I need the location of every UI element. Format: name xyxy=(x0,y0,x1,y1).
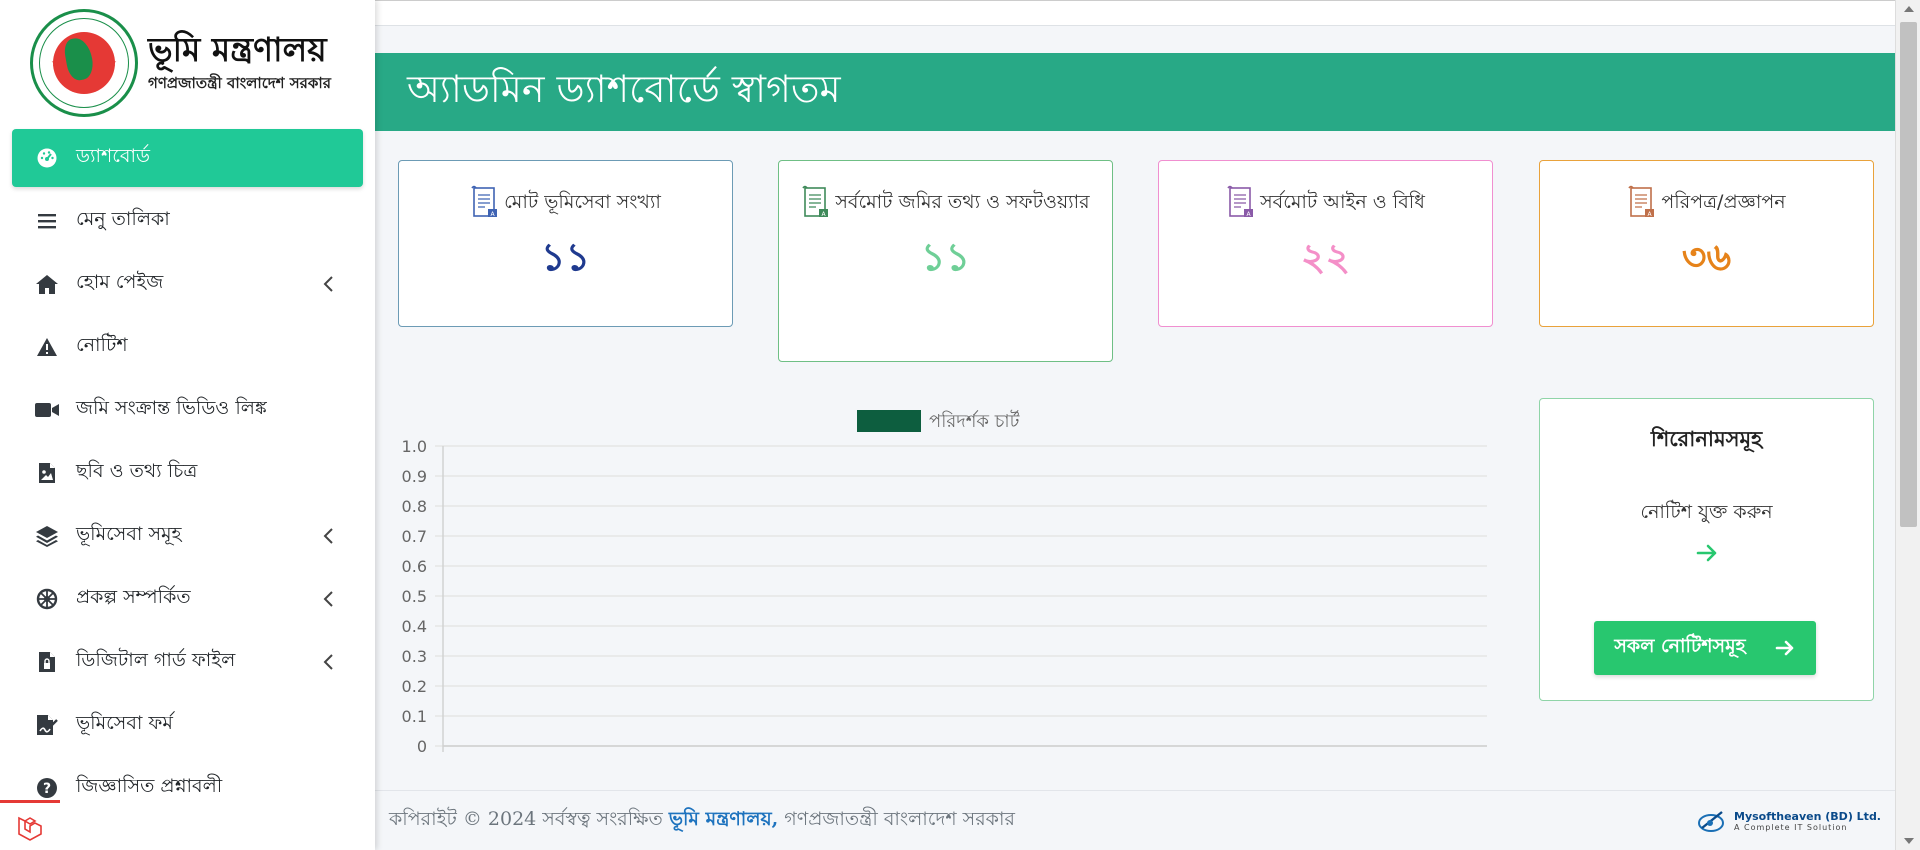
company-logo-icon xyxy=(1698,811,1724,832)
stat-card-count: ৩৬ xyxy=(1681,235,1732,279)
legend-swatch xyxy=(857,410,921,432)
brand-logo-link[interactable]: ★ ★ ভূমি মন্ত্রণালয় গণপ্রজাতন্ত্রী বাংল… xyxy=(0,0,375,126)
sidebar: ★ ★ ভূমি মন্ত্রণালয় গণপ্রজাতন্ত্রী বাংল… xyxy=(0,0,375,850)
chart-legend[interactable]: পরিদর্শক চার্ট xyxy=(857,410,1021,432)
chevron-left-icon[interactable] xyxy=(319,274,339,294)
dashboard-icon xyxy=(34,145,60,171)
sidebar-item-10[interactable]: ভূমিসেবা ফর্ম xyxy=(12,696,363,754)
wheel-icon xyxy=(34,586,60,612)
chevron-left-icon[interactable] xyxy=(319,652,339,672)
sidebar-menu: ড্যাশবোর্ড মেনু তালিকা হোম পেইজ নোটিশ জমি সং… xyxy=(0,126,375,817)
sidebar-item-label: প্রকল্প সম্পর্কিত xyxy=(76,586,191,608)
scroll-up-arrow-icon[interactable] xyxy=(1904,6,1914,12)
stat-card-count: ১১ xyxy=(920,235,971,279)
y-tick-label: 0.3 xyxy=(402,647,427,666)
y-tick-label: 0 xyxy=(417,737,427,756)
document-icon: A xyxy=(801,185,831,219)
sidebar-item-label: জিজ্ঞাসিত প্রশ্নাবলী xyxy=(76,775,223,797)
page-scrollbar[interactable] xyxy=(1895,0,1920,850)
document-icon: A xyxy=(470,185,500,219)
stat-card-1[interactable]: A মোট ভূমিসেবা সংখ্যা ১১ xyxy=(398,160,733,327)
sidebar-item-5[interactable]: জমি সংক্রান্ত ভিডিও লিঙ্ক xyxy=(12,381,363,439)
page-title: অ্যাডমিন ড্যাশবোর্ডে স্বাগতম xyxy=(407,67,841,111)
welcome-banner: অ্যাডমিন ড্যাশবোর্ডে স্বাগতম xyxy=(375,53,1895,131)
stat-card-label: সর্বমোট আইন ও বিধি xyxy=(1260,191,1425,213)
sidebar-item-11[interactable]: ? জিজ্ঞাসিত প্রশ্নাবলী xyxy=(12,759,363,817)
stat-card-2[interactable]: A সর্বমোট জমির তথ্য ও সফটওয়্যার ১১ xyxy=(778,160,1113,362)
sidebar-item-8[interactable]: প্রকল্প সম্পর্কিত xyxy=(12,570,363,628)
sidebar-item-label: ভূমিসেবা ফর্ম xyxy=(76,712,173,734)
stat-card-label: মোট ভূমিসেবা সংখ্যা xyxy=(504,191,661,213)
document-icon: A xyxy=(1226,185,1256,219)
stat-card-4[interactable]: A পরিপত্র/প্রজ্ঞাপন ৩৬ xyxy=(1539,160,1874,327)
chevron-left-icon[interactable] xyxy=(319,589,339,609)
footer-copyright: কপিরাইট © 2024 সর্বস্বত্ব সংরক্ষিত xyxy=(389,807,663,830)
brand-subtitle: গণপ্রজাতন্ত্রী বাংলাদেশ সরকার xyxy=(148,73,331,92)
y-tick-label: 0.4 xyxy=(402,617,427,636)
stat-card-count: ২২ xyxy=(1300,235,1351,279)
sidebar-item-3[interactable]: হোম পেইজ xyxy=(12,255,363,313)
scroll-down-arrow-icon[interactable] xyxy=(1904,838,1914,844)
bars-icon xyxy=(34,208,60,234)
scrollbar-thumb[interactable] xyxy=(1900,22,1917,527)
laravel-debugbar-icon[interactable] xyxy=(0,800,60,850)
sidebar-item-label: ডিজিটাল গার্ড ফাইল xyxy=(76,649,236,671)
all-notices-label: সকল নোটিশসমূহ xyxy=(1614,635,1746,657)
visitor-chart: পরিদর্শক চার্ট 1.0 0.9 0.8 0.7 0.6 0.5 0.4 0.3 0.… xyxy=(385,398,1495,758)
sidebar-item-9[interactable]: ডিজিটাল গার্ড ফাইল xyxy=(12,633,363,691)
stat-card-label: পরিপত্র/প্রজ্ঞাপন xyxy=(1661,191,1786,213)
sidebar-item-label: হোম পেইজ xyxy=(76,271,164,293)
top-navbar xyxy=(375,0,1920,26)
sidebar-item-6[interactable]: ছবি ও তথ্য চিত্র xyxy=(12,444,363,502)
sidebar-item-label: মেনু তালিকা xyxy=(76,208,170,230)
footer-ministry-link[interactable]: ভূমি মন্ত্রণালয়, xyxy=(669,805,778,837)
government-seal-logo: ★ ★ xyxy=(30,9,138,117)
document-icon: A xyxy=(1627,185,1657,219)
y-tick-label: 0.8 xyxy=(402,497,427,516)
sidebar-item-label: নোটিশ xyxy=(76,334,128,356)
all-notices-button[interactable]: সকল নোটিশসমূহ xyxy=(1594,621,1816,675)
file-lock-icon xyxy=(34,649,60,675)
file-signature-icon xyxy=(34,712,60,738)
stat-card-count: ১১ xyxy=(540,235,591,279)
y-tick-label: 0.2 xyxy=(402,677,427,696)
stat-card-3[interactable]: A সর্বমোট আইন ও বিধি ২২ xyxy=(1158,160,1493,327)
svg-text:?: ? xyxy=(43,781,51,797)
footer-government: গণপ্রজাতন্ত্রী বাংলাদেশ সরকার xyxy=(784,807,1015,830)
sidebar-item-1[interactable]: ড্যাশবোর্ড xyxy=(12,129,363,187)
brand-title: ভূমি মন্ত্রণালয় xyxy=(148,29,327,69)
sidebar-item-label: ভূমিসেবা সমূহ xyxy=(76,523,182,545)
legend-label: পরিদর্শক চার্ট xyxy=(929,410,1021,432)
chart-svg: পরিদর্শক চার্ট 1.0 0.9 0.8 0.7 0.6 0.5 0.4 0.3 0.… xyxy=(402,410,1487,756)
company-tagline: A Complete IT Solution xyxy=(1734,823,1848,832)
y-tick-label: 0.5 xyxy=(402,587,427,606)
stat-card-label: সর্বমোট জমির তথ্য ও সফটওয়্যার xyxy=(835,191,1090,213)
warning-icon xyxy=(34,334,60,360)
home-icon xyxy=(34,271,60,297)
sidebar-item-2[interactable]: মেনু তালিকা xyxy=(12,192,363,250)
notice-panel: শিরোনামসমূহ নোটিশ যুক্ত করুন সকল নোটিশসম… xyxy=(1539,398,1874,701)
arrow-right-icon xyxy=(1775,640,1793,656)
sidebar-item-label: ড্যাশবোর্ড xyxy=(76,145,150,167)
y-tick-label: 0.7 xyxy=(402,527,427,546)
company-name: Mysoftheaven (BD) Ltd. xyxy=(1734,810,1881,823)
y-tick-label: 0.6 xyxy=(402,557,427,576)
layers-icon xyxy=(34,523,60,549)
chevron-left-icon[interactable] xyxy=(319,526,339,546)
sidebar-item-4[interactable]: নোটিশ xyxy=(12,318,363,376)
y-tick-label: 0.9 xyxy=(402,467,427,486)
arrow-right-icon[interactable] xyxy=(1694,540,1720,566)
footer: কপিরাইট © 2024 সর্বস্বত্ব সংরক্ষিত ভূমি … xyxy=(375,790,1895,850)
y-tick-label: 0.1 xyxy=(402,707,427,726)
sidebar-item-7[interactable]: ভূমিসেবা সমূহ xyxy=(12,507,363,565)
notice-title: শিরোনামসমূহ xyxy=(1650,427,1763,451)
y-tick-label: 1.0 xyxy=(402,437,427,456)
company-logo[interactable]: Mysoftheaven (BD) Ltd. A Complete IT Sol… xyxy=(1696,808,1881,834)
sidebar-item-label: ছবি ও তথ্য চিত্র xyxy=(76,460,198,482)
image-file-icon xyxy=(34,460,60,486)
video-icon xyxy=(34,397,60,423)
sidebar-item-label: জমি সংক্রান্ত ভিডিও লিঙ্ক xyxy=(76,397,267,419)
question-icon: ? xyxy=(34,775,60,801)
add-notice-link[interactable]: নোটিশ যুক্ত করুন xyxy=(1540,498,1873,530)
